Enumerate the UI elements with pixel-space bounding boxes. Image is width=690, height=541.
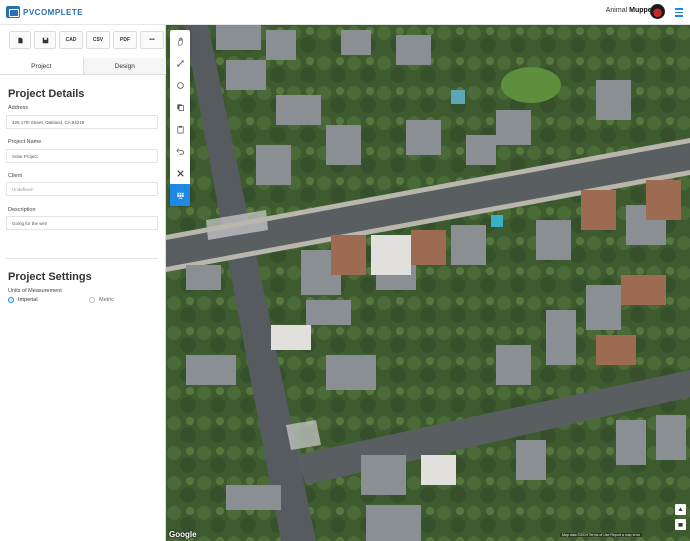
project-details-title: Project Details — [8, 88, 85, 100]
undo-icon — [175, 148, 184, 155]
avatar[interactable] — [650, 4, 665, 19]
ruler-icon — [176, 59, 184, 67]
map-tilt-control[interactable] — [675, 519, 686, 530]
map-credit[interactable]: Map data ©2019 Terms of Use Report a map… — [560, 533, 642, 537]
section-divider — [6, 258, 158, 259]
panel-tabs: Project Design — [0, 58, 166, 75]
hand-icon — [177, 37, 183, 45]
units-label: Units of Measurement — [8, 288, 62, 294]
project-name-label: Project Name — [8, 139, 42, 145]
export-toolbar: CAD CSV PDF ••• — [9, 31, 164, 49]
tab-project[interactable]: Project — [0, 58, 84, 74]
export-cad-button[interactable]: CAD — [59, 31, 83, 49]
clipboard-icon — [176, 125, 184, 133]
description-field[interactable]: Going for the win! — [6, 216, 158, 230]
client-field[interactable]: Undefined — [6, 182, 158, 196]
project-panel: CAD CSV PDF ••• Project Design Project D… — [0, 25, 166, 541]
cube-icon — [678, 523, 683, 527]
logo-icon — [6, 6, 20, 18]
copy-icon — [176, 103, 184, 111]
google-logo: Google — [169, 530, 197, 539]
radio-imperial-indicator[interactable] — [8, 297, 14, 303]
circle-icon — [176, 81, 184, 89]
client-label: Client — [8, 173, 23, 179]
arrow-up-icon — [678, 507, 683, 511]
more-options-button[interactable]: ••• — [140, 31, 164, 49]
map-zoom-control[interactable] — [675, 504, 686, 515]
solar-panel-icon — [176, 192, 184, 199]
app-logo[interactable]: PVCOMPLETE — [6, 5, 83, 19]
satellite-imagery — [166, 25, 690, 541]
satellite-map[interactable]: Map data ©2019 Terms of Use Report a map… — [166, 25, 690, 541]
save-icon — [42, 37, 48, 43]
radio-metric-indicator[interactable] — [89, 297, 95, 303]
logo-text: PVCOMPLETE — [23, 7, 84, 17]
copy-tool[interactable] — [170, 96, 190, 118]
radio-imperial[interactable]: Imperial — [8, 297, 38, 303]
app-header: PVCOMPLETE Animal Muppet — [0, 0, 690, 25]
address-field[interactable]: 426 17th Street, Oakland, CA 94219 — [6, 115, 158, 129]
hamburger-menu-icon[interactable] — [675, 8, 683, 17]
radio-imperial-label: Imperial — [18, 297, 38, 303]
new-file-button[interactable] — [9, 31, 31, 49]
tab-design[interactable]: Design — [83, 58, 166, 74]
user-name[interactable]: Animal Muppet — [606, 7, 654, 14]
save-button[interactable] — [34, 31, 56, 49]
export-pdf-button[interactable]: PDF — [113, 31, 137, 49]
export-csv-button[interactable]: CSV — [86, 31, 110, 49]
measure-tool[interactable] — [170, 52, 190, 74]
circle-tool[interactable] — [170, 74, 190, 96]
close-icon — [176, 169, 184, 177]
project-name-field[interactable]: Solar Project — [6, 149, 158, 163]
address-label: Address — [8, 105, 29, 111]
delete-tool[interactable] — [170, 162, 190, 184]
description-label: Description — [8, 207, 36, 213]
undo-tool[interactable] — [170, 140, 190, 162]
radio-metric[interactable]: Metric — [89, 297, 114, 303]
paste-tool[interactable] — [170, 118, 190, 140]
map-tools — [170, 30, 190, 206]
solar-panel-tool[interactable] — [170, 184, 190, 206]
pan-tool[interactable] — [170, 30, 190, 52]
project-settings-title: Project Settings — [8, 271, 92, 283]
file-icon — [17, 37, 23, 43]
radio-metric-label: Metric — [99, 297, 114, 303]
